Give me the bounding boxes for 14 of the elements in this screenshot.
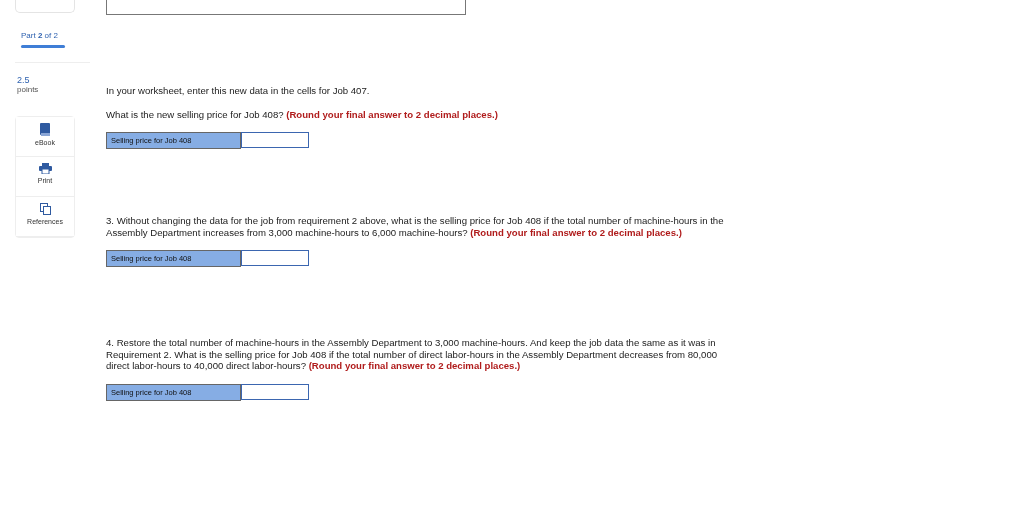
points-value: 2.5 xyxy=(16,75,31,85)
question-text: 3. Without changing the data for the job from requirement 2 above, what is the selling price for Job 408 if the total number of machine-hours in the Assembly Department increases from 3,000 machine-hours to 6,000 machine-hours? (Round your final answer to 2 decimal places.) xyxy=(106,215,725,238)
copy-icon xyxy=(39,203,51,215)
answer-field[interactable] xyxy=(241,132,309,148)
question-text: 4. Restore the total number of machine-hours in the Assembly Department to 3,000 machine-hours. And keep the job data the same as it was in Requirement 2. What is the selling price for Job 408 if the total number of direct labor-hours in the Assembly Department decreases from 80,000 direct labor-hours to 40,000 direct labor-hours? (Round your final answer to 2 decimal places.) xyxy=(106,337,719,372)
question-text: What is the new selling price for Job 408? (Round your final answer to 2 decimal places.) xyxy=(106,108,499,120)
points-label: points xyxy=(16,85,40,94)
answer-field[interactable] xyxy=(241,250,309,266)
part-indicator: Part 2 of 2 xyxy=(20,31,59,40)
printer-icon xyxy=(38,163,52,174)
question-text: In your worksheet, enter this new data in the cells for Job 407. xyxy=(106,85,371,97)
book-icon xyxy=(39,123,51,136)
card-background xyxy=(15,0,75,13)
answer-field[interactable] xyxy=(241,383,309,400)
